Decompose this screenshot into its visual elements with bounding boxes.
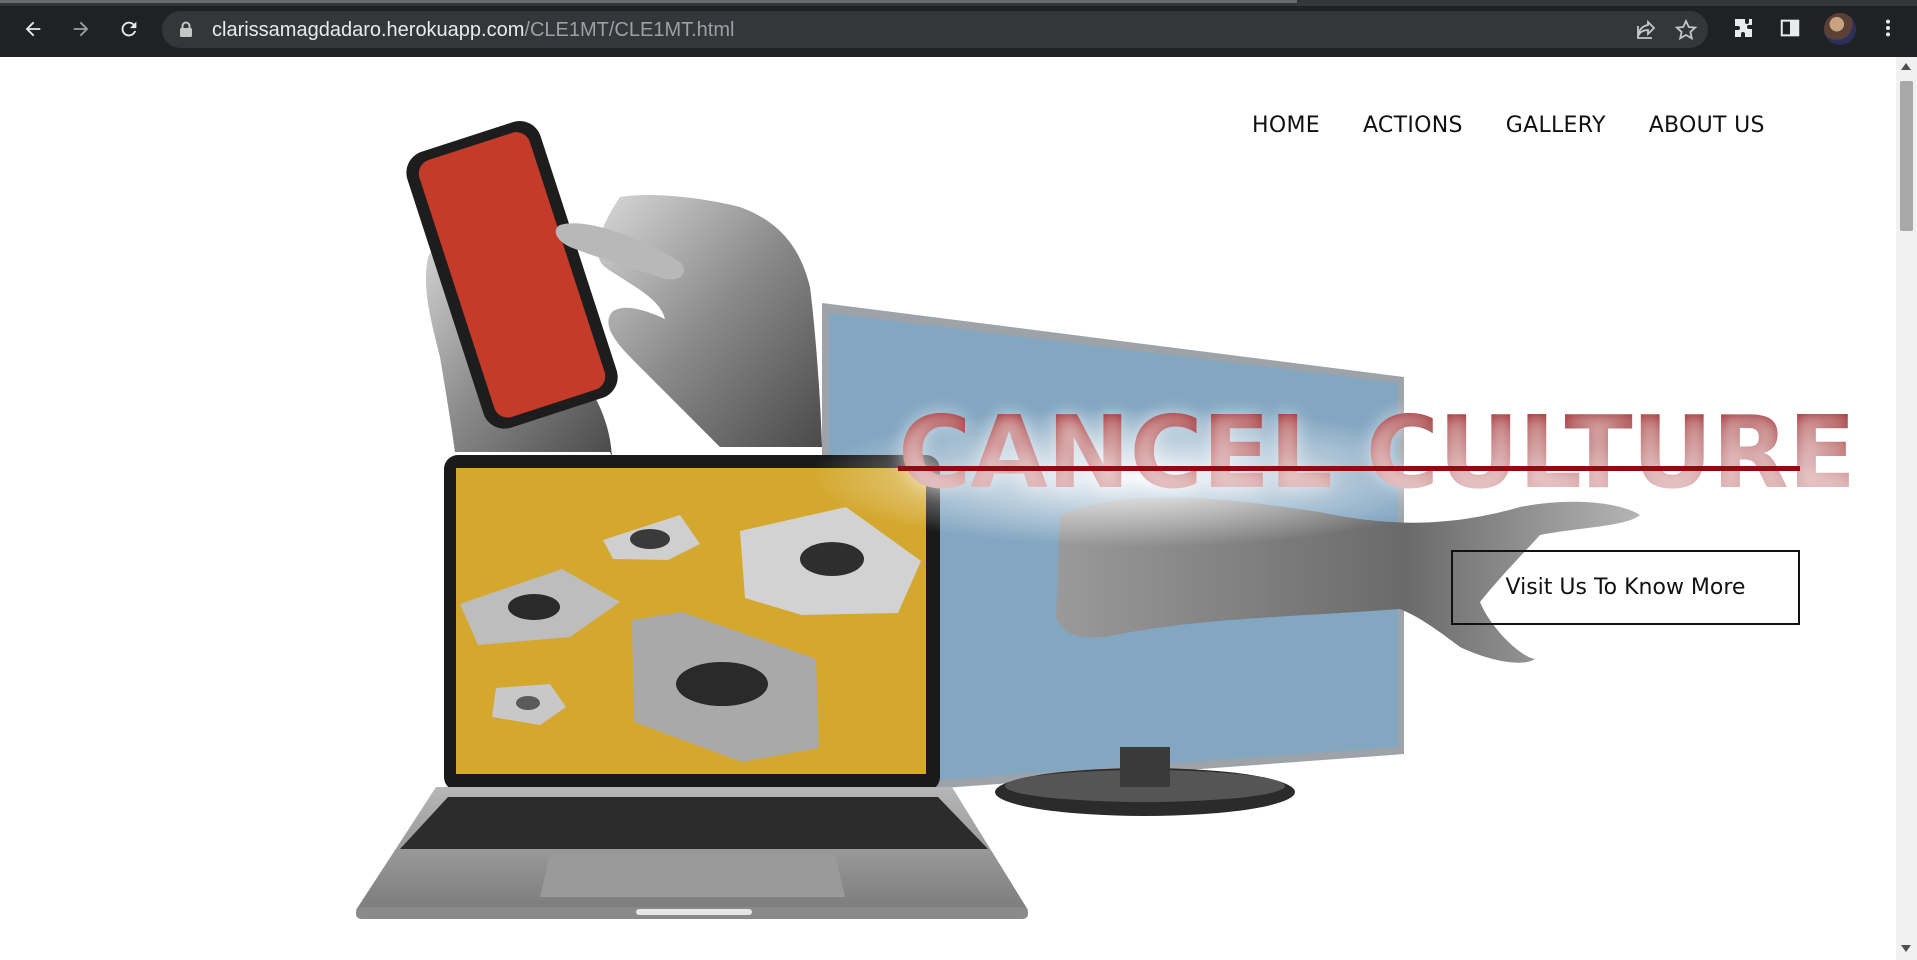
share-icon[interactable]: [1634, 18, 1658, 42]
visit-us-button[interactable]: Visit Us To Know More: [1451, 550, 1800, 625]
scroll-up-icon[interactable]: [1901, 63, 1911, 70]
scrollbar-thumb[interactable]: [1900, 81, 1913, 231]
forward-icon: [73, 21, 89, 37]
browser-toolbar: clarissamagdadaro.herokuapp.com/CLE1MT/C…: [0, 0, 1917, 57]
extensions-icon: [1735, 19, 1752, 37]
nav-gallery[interactable]: GALLERY: [1506, 113, 1606, 138]
tab-strip-active: [0, 0, 1297, 3]
side-panel-button[interactable]: [1776, 14, 1804, 42]
menu-button[interactable]: [1874, 14, 1902, 42]
menu-icon: [1885, 19, 1891, 37]
page-scrollbar[interactable]: [1896, 57, 1917, 960]
page-viewport: HOME ACTIONS GALLERY ABOUT US CANCEL CUL…: [0, 57, 1896, 960]
forward-button[interactable]: [64, 12, 98, 46]
scroll-down-icon[interactable]: [1901, 945, 1911, 952]
back-button[interactable]: [16, 12, 50, 46]
extensions-button[interactable]: [1730, 14, 1758, 42]
main-navigation: HOME ACTIONS GALLERY ABOUT US: [1252, 113, 1765, 138]
hero-title: CANCEL CULTURE: [898, 394, 1856, 511]
url-text: clarissamagdadaro.herokuapp.com/CLE1MT/C…: [212, 19, 734, 42]
lock-icon: [180, 21, 192, 37]
reload-button[interactable]: [112, 12, 146, 46]
nav-about-us[interactable]: ABOUT US: [1649, 113, 1765, 138]
address-bar[interactable]: clarissamagdadaro.herokuapp.com/CLE1MT/C…: [162, 11, 1708, 48]
profile-avatar[interactable]: [1824, 13, 1856, 45]
nav-actions[interactable]: ACTIONS: [1363, 113, 1463, 138]
url-path: /CLE1MT/CLE1MT.html: [524, 19, 735, 41]
hands-with-phone-illustration: [406, 121, 822, 457]
back-icon: [25, 21, 41, 37]
nav-home[interactable]: HOME: [1252, 113, 1320, 138]
star-icon[interactable]: [1674, 18, 1698, 42]
side-panel-icon: [1780, 19, 1800, 37]
title-strikethrough: [898, 466, 1800, 471]
reload-icon: [121, 21, 137, 37]
url-host: clarissamagdadaro.herokuapp.com: [212, 19, 525, 41]
